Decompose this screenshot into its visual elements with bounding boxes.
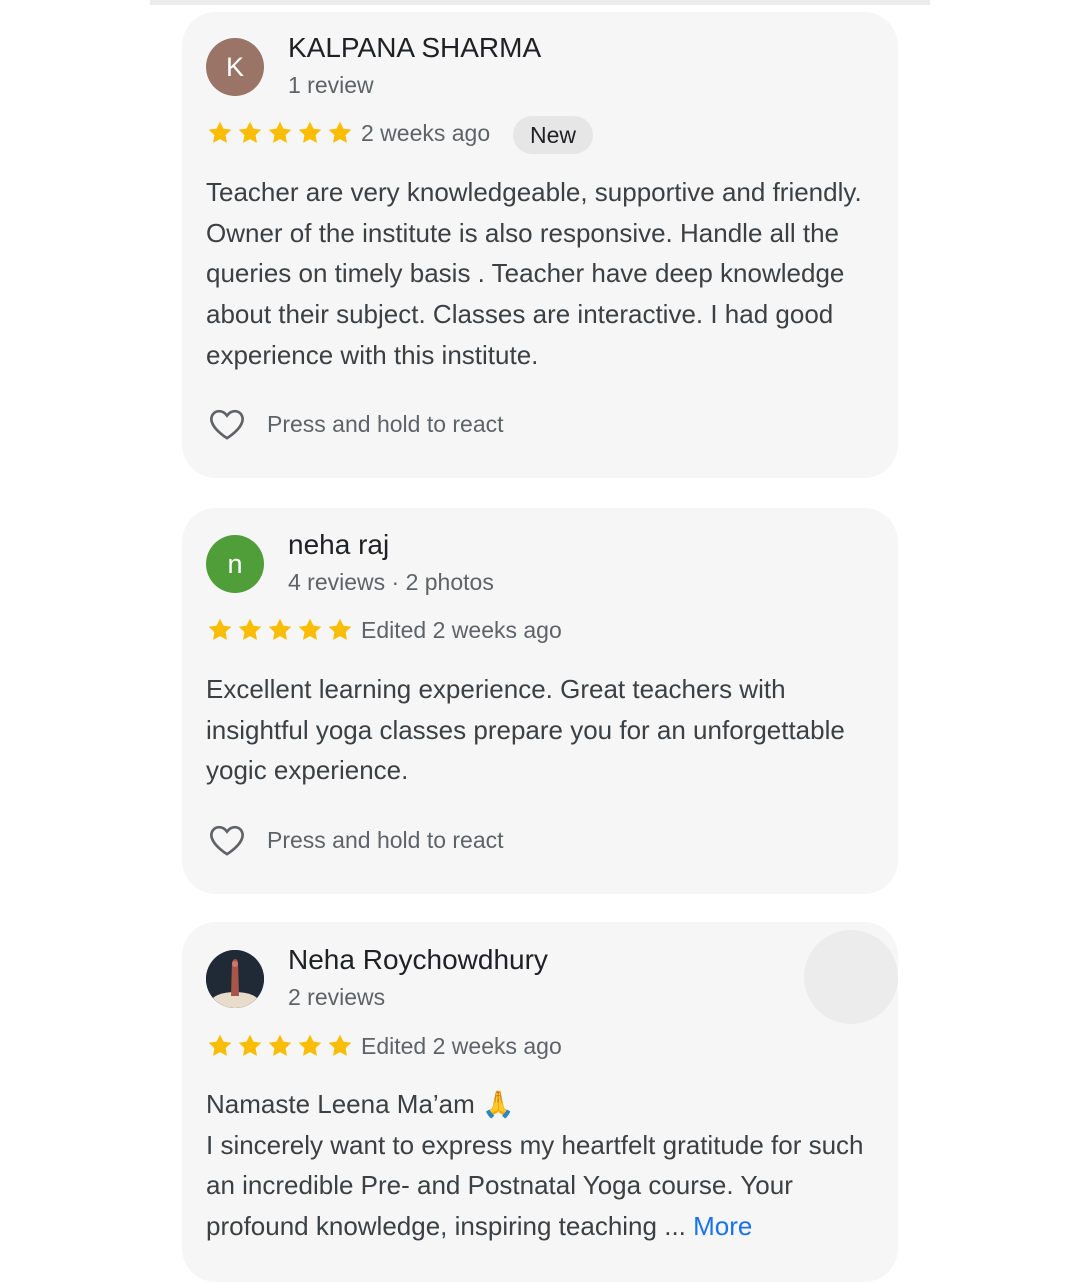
review-card: Neha Roychowdhury 2 reviews Edited 2 wee…	[182, 922, 898, 1282]
review-text: Namaste Leena Ma’am 🙏 I sincerely want t…	[206, 1084, 886, 1247]
react-label: Press and hold to react	[267, 410, 504, 437]
heart-outline-icon	[210, 409, 244, 440]
star-icon	[208, 1034, 232, 1056]
star-icon	[268, 1034, 292, 1056]
react-button[interactable]: Press and hold to react	[206, 820, 504, 860]
star-rating	[206, 616, 354, 644]
profile-photo-icon	[206, 950, 264, 1008]
review-text: Excellent learning experience. Great tea…	[206, 674, 845, 786]
reviewer-avatar[interactable]: K	[206, 38, 264, 96]
review-time: 2 weeks ago	[361, 120, 491, 146]
star-icon	[298, 618, 322, 640]
reviewer-name[interactable]: Neha Roychowdhury	[288, 944, 548, 976]
star-rating	[206, 119, 354, 147]
top-divider	[150, 0, 930, 5]
reviewer-name[interactable]: KALPANA SHARMA	[288, 32, 541, 64]
review-time: Edited 2 weeks ago	[361, 1033, 562, 1059]
star-icon	[238, 618, 262, 640]
more-link[interactable]: More	[693, 1211, 752, 1241]
review-greeting: Namaste Leena Ma’am 🙏	[206, 1089, 515, 1119]
star-icon	[328, 121, 352, 143]
review-card: n neha raj 4 reviews · 2 photos Edited 2…	[182, 508, 898, 894]
reviewer-meta: 4 reviews · 2 photos	[288, 569, 494, 595]
reviewer-avatar[interactable]: n	[206, 535, 264, 593]
react-button[interactable]: Press and hold to react	[206, 404, 504, 444]
star-icon	[298, 121, 322, 143]
review-card: K KALPANA SHARMA 1 review 2 weeks ago Ne…	[182, 12, 898, 478]
review-time: Edited 2 weeks ago	[361, 617, 562, 643]
star-icon	[238, 1034, 262, 1056]
new-badge: New	[513, 116, 594, 154]
star-icon	[268, 121, 292, 143]
react-label: Press and hold to react	[267, 826, 504, 853]
reviewer-meta: 1 review	[288, 72, 374, 98]
star-icon	[268, 618, 292, 640]
review-text: Teacher are very knowledgeable, supporti…	[206, 177, 862, 370]
star-icon	[208, 121, 232, 143]
star-icon	[328, 618, 352, 640]
reviewer-name[interactable]: neha raj	[288, 529, 389, 561]
star-icon	[328, 1034, 352, 1056]
star-rating	[206, 1032, 354, 1060]
star-icon	[298, 1034, 322, 1056]
star-icon	[208, 618, 232, 640]
reviewer-meta: 2 reviews	[288, 984, 386, 1010]
star-icon	[238, 121, 262, 143]
reviewer-avatar[interactable]	[206, 950, 264, 1008]
review-text-truncated: I sincerely want to express my heartfelt…	[206, 1129, 864, 1242]
more-options-button[interactable]	[804, 930, 898, 1024]
ellipsis: ...	[664, 1211, 686, 1242]
heart-outline-icon	[210, 825, 244, 856]
